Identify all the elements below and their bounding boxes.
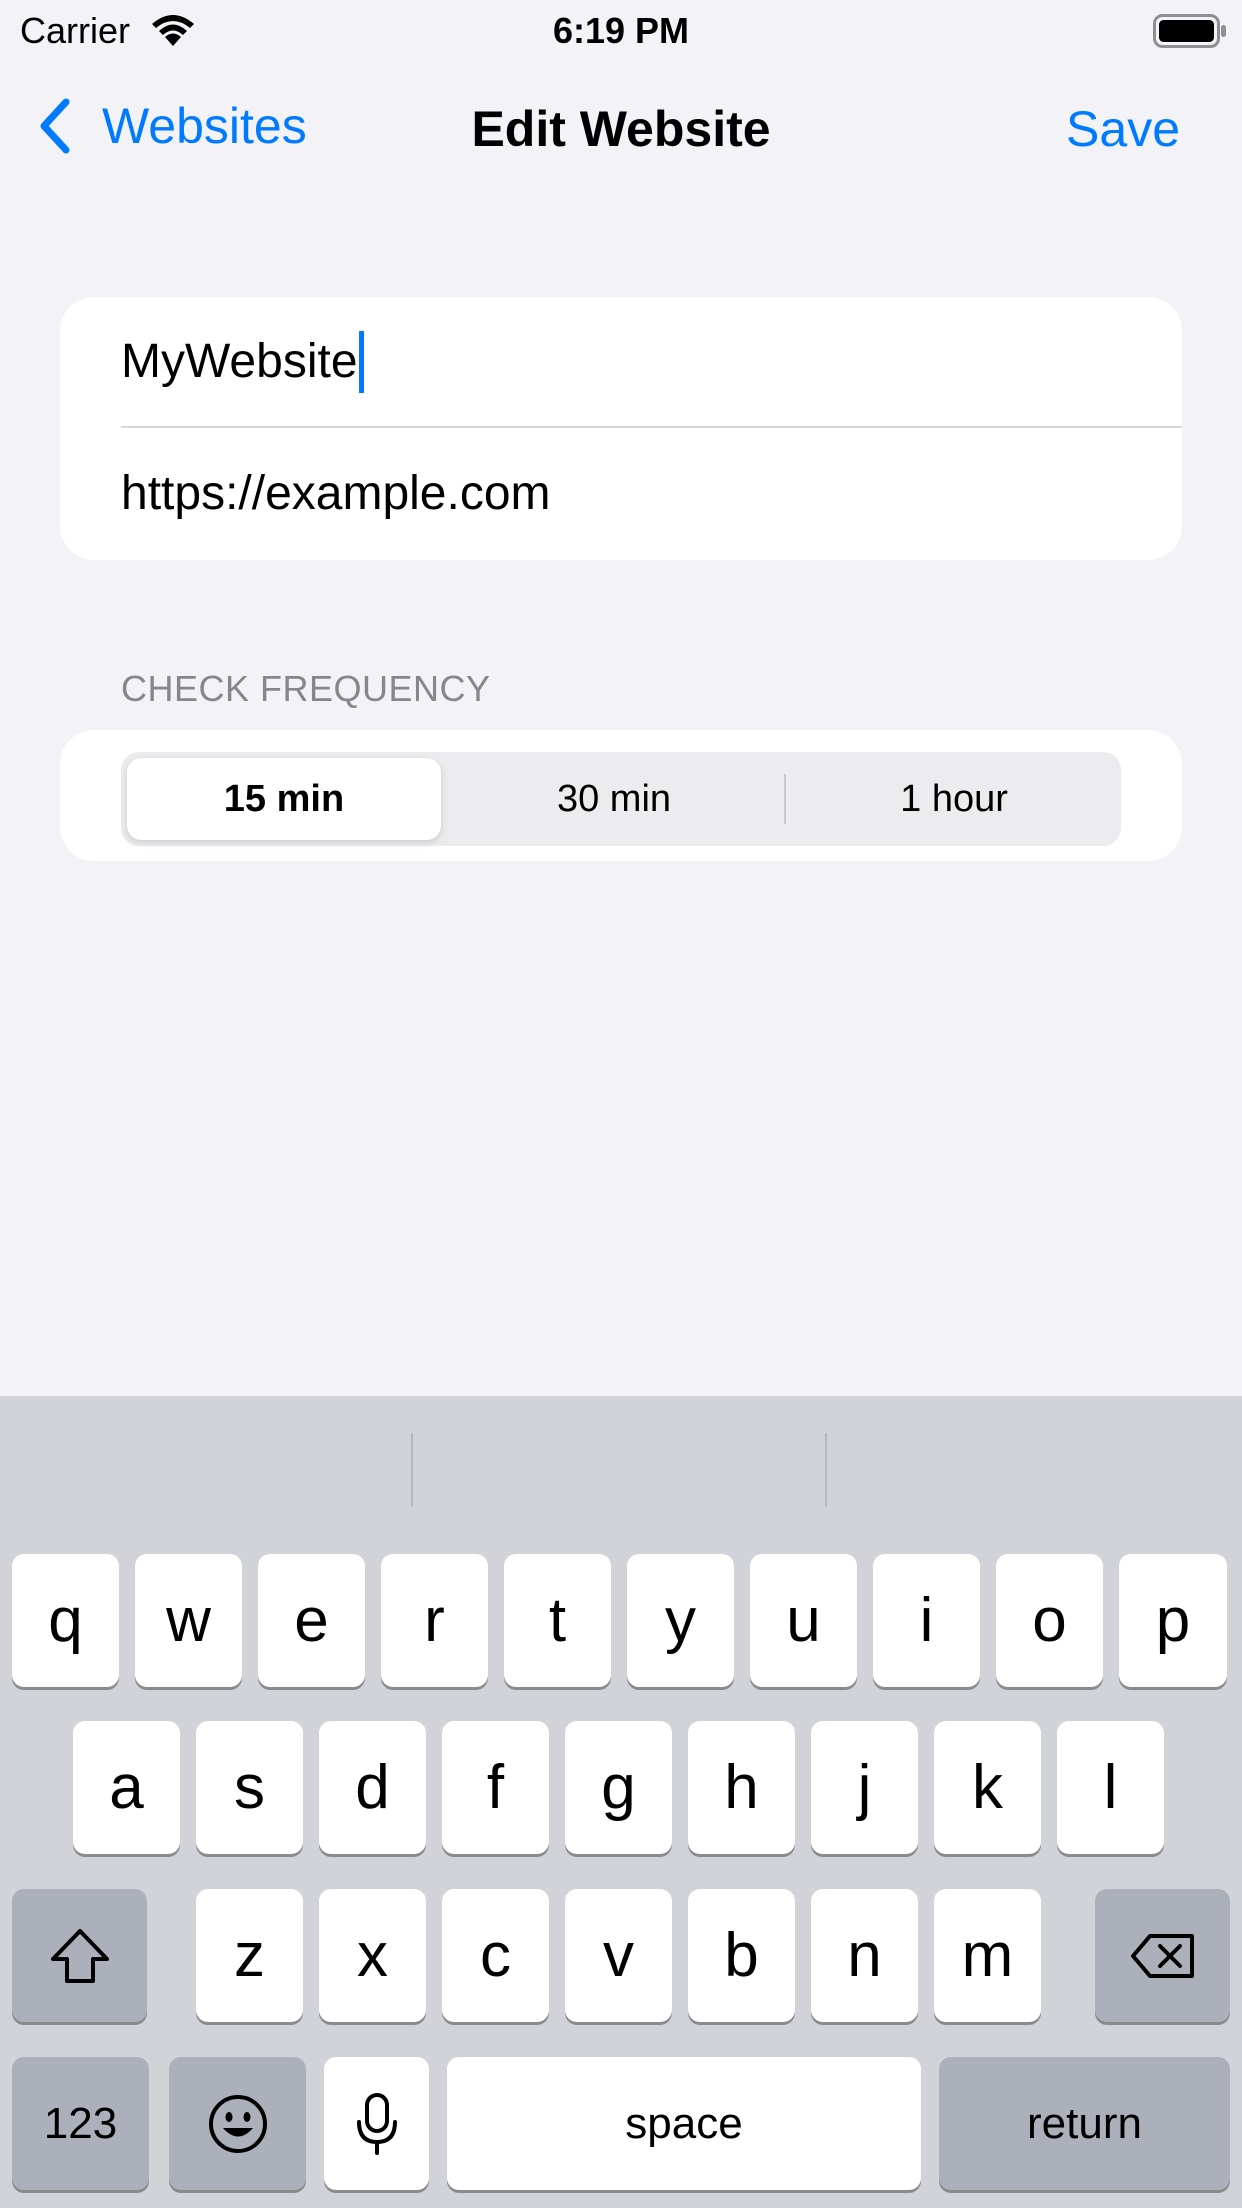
segment-divider bbox=[784, 774, 786, 824]
key-k[interactable]: k bbox=[934, 1721, 1041, 1854]
key-l[interactable]: l bbox=[1057, 1721, 1164, 1854]
website-name-value: MyWebsite bbox=[121, 335, 358, 388]
key-e[interactable]: e bbox=[258, 1554, 365, 1687]
emoji-key[interactable] bbox=[169, 2057, 306, 2190]
key-t[interactable]: t bbox=[504, 1554, 611, 1687]
key-b[interactable]: b bbox=[688, 1889, 795, 2022]
key-h[interactable]: h bbox=[688, 1721, 795, 1854]
dictation-key[interactable] bbox=[324, 2057, 429, 2190]
segment-15-min[interactable]: 15 min bbox=[127, 758, 441, 840]
suggestion-divider bbox=[411, 1433, 413, 1507]
key-v[interactable]: v bbox=[565, 1889, 672, 2022]
backspace-icon bbox=[1130, 1933, 1194, 1978]
key-p[interactable]: p bbox=[1119, 1554, 1227, 1687]
frequency-segmented-control: 15 min 30 min 1 hour bbox=[121, 752, 1121, 846]
key-q[interactable]: q bbox=[12, 1554, 119, 1687]
key-n[interactable]: n bbox=[811, 1889, 918, 2022]
segment-1-hour[interactable]: 1 hour bbox=[787, 752, 1121, 846]
website-form-card: MyWebsite https://example.com bbox=[60, 297, 1182, 560]
key-d[interactable]: d bbox=[319, 1721, 426, 1854]
status-bar: Carrier 6:19 PM bbox=[0, 0, 1242, 62]
return-key[interactable]: return bbox=[939, 2057, 1230, 2190]
key-o[interactable]: o bbox=[996, 1554, 1103, 1687]
key-u[interactable]: u bbox=[750, 1554, 857, 1687]
return-key-label: return bbox=[1027, 2098, 1142, 2148]
suggestion-divider bbox=[825, 1433, 827, 1507]
page-title: Edit Website bbox=[471, 101, 771, 157]
frequency-card: 15 min 30 min 1 hour bbox=[60, 730, 1182, 861]
key-r[interactable]: r bbox=[381, 1554, 488, 1687]
numbers-key-label: 123 bbox=[43, 2098, 118, 2148]
key-x[interactable]: x bbox=[319, 1889, 426, 2022]
space-key[interactable]: space bbox=[447, 2057, 921, 2190]
key-g[interactable]: g bbox=[565, 1721, 672, 1854]
shift-key[interactable] bbox=[12, 1889, 147, 2022]
save-button[interactable]: Save bbox=[1066, 100, 1180, 158]
key-f[interactable]: f bbox=[442, 1721, 549, 1854]
space-key-label: space bbox=[625, 2098, 743, 2148]
key-s[interactable]: s bbox=[196, 1721, 303, 1854]
key-a[interactable]: a bbox=[73, 1721, 180, 1854]
key-c[interactable]: c bbox=[442, 1889, 549, 2022]
check-frequency-header: CHECK FREQUENCY bbox=[121, 668, 491, 709]
key-i[interactable]: i bbox=[873, 1554, 980, 1687]
battery-icon bbox=[1153, 14, 1226, 48]
website-url-field[interactable]: https://example.com bbox=[121, 428, 1182, 559]
segment-30-min[interactable]: 30 min bbox=[447, 752, 781, 846]
website-name-field[interactable]: MyWebsite bbox=[121, 297, 1182, 428]
delete-key[interactable] bbox=[1095, 1889, 1230, 2022]
navigation-bar: Websites Edit Website Save bbox=[0, 80, 1242, 172]
key-y[interactable]: y bbox=[627, 1554, 734, 1687]
keyboard: q w e r t y u i o p a s d f g h j k l z … bbox=[0, 1396, 1242, 2208]
emoji-icon bbox=[208, 2094, 267, 2153]
clock: 6:19 PM bbox=[552, 10, 690, 51]
key-m[interactable]: m bbox=[934, 1889, 1041, 2022]
key-w[interactable]: w bbox=[135, 1554, 242, 1687]
website-url-value: https://example.com bbox=[121, 467, 551, 520]
key-z[interactable]: z bbox=[196, 1889, 303, 2022]
shift-icon bbox=[50, 1928, 109, 1983]
microphone-icon bbox=[356, 2092, 397, 2155]
key-j[interactable]: j bbox=[811, 1721, 918, 1854]
numbers-key[interactable]: 123 bbox=[12, 2057, 149, 2190]
text-cursor bbox=[358, 330, 364, 393]
